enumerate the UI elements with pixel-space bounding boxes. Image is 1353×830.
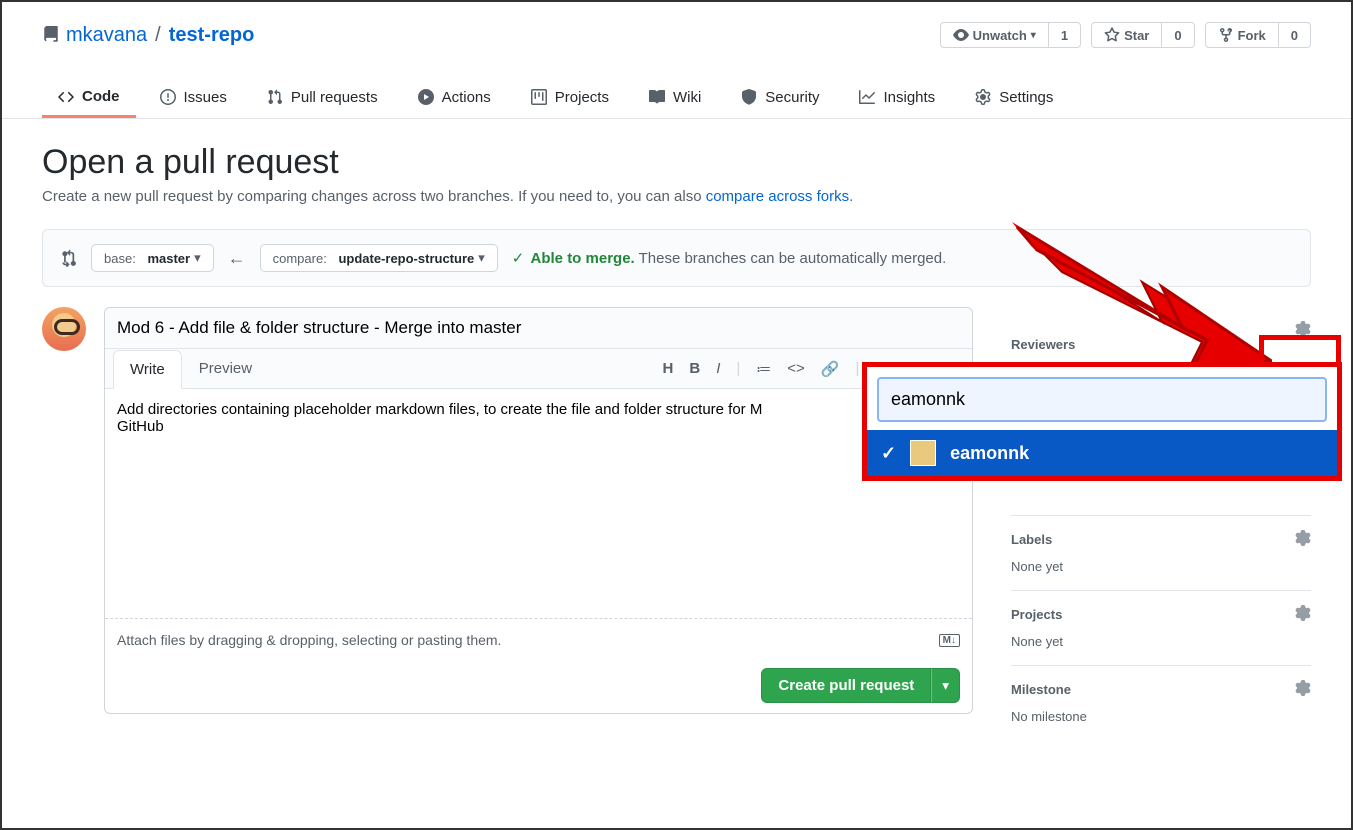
header-actions: Unwatch ▾ 1 Star 0 Fork 0 — [940, 22, 1311, 48]
check-icon: ✓ — [881, 443, 896, 464]
gear-icon — [1295, 605, 1311, 621]
repo-nav: Code Issues Pull requests Actions Projec… — [2, 78, 1351, 119]
star-button[interactable]: Star — [1091, 22, 1162, 48]
compare-branch-selector[interactable]: compare: update-repo-structure ▾ — [260, 244, 498, 272]
insights-icon — [859, 89, 875, 105]
issues-icon — [160, 89, 176, 105]
labels-gear[interactable] — [1295, 530, 1311, 549]
fork-icon — [1218, 27, 1234, 43]
markdown-badge[interactable]: M↓ — [939, 634, 960, 647]
tab-security[interactable]: Security — [725, 78, 835, 118]
write-tab[interactable]: Write — [113, 350, 182, 389]
repo-name-link[interactable]: test-repo — [169, 24, 255, 47]
create-pr-button[interactable]: Create pull request — [761, 668, 931, 703]
caret-down-icon: ▾ — [1031, 30, 1036, 41]
tab-insights[interactable]: Insights — [843, 78, 951, 118]
actions-icon — [418, 89, 434, 105]
labels-heading: Labels — [1011, 532, 1311, 547]
merge-status: ✓ Able to merge. These branches can be a… — [512, 249, 947, 267]
quote-icon[interactable]: ≔ — [756, 360, 771, 378]
projects-icon — [531, 89, 547, 105]
check-icon: ✓ — [512, 250, 525, 267]
star-icon — [1104, 27, 1120, 43]
branch-compare-box: base: master ▾ ← compare: update-repo-st… — [42, 229, 1311, 287]
labels-none: None yet — [1011, 559, 1311, 574]
preview-tab[interactable]: Preview — [182, 349, 269, 388]
projects-none: None yet — [1011, 634, 1311, 649]
wiki-icon — [649, 89, 665, 105]
page-title: Open a pull request — [42, 143, 1311, 182]
code-icon[interactable]: <> — [787, 360, 805, 378]
repo-owner-link[interactable]: mkavana — [66, 24, 147, 47]
tab-projects[interactable]: Projects — [515, 78, 625, 118]
reviewer-username: eamonnk — [950, 443, 1029, 464]
page-subhead: Create a new pull request by comparing c… — [42, 188, 1311, 205]
code-icon — [58, 89, 74, 105]
milestone-none: No milestone — [1011, 709, 1311, 724]
reviewer-search-popup: ✓ eamonnk — [862, 362, 1342, 481]
tab-issues[interactable]: Issues — [144, 78, 243, 118]
heading-icon[interactable]: H — [663, 360, 674, 378]
pr-form: Write Preview H B I | ≔ <> 🔗 | ≡• ≡1 ☑ A… — [104, 307, 973, 714]
bold-icon[interactable]: B — [689, 360, 700, 378]
tab-wiki[interactable]: Wiki — [633, 78, 717, 118]
tab-actions[interactable]: Actions — [402, 78, 507, 118]
pr-title-input[interactable] — [105, 308, 972, 349]
reviewer-result-item[interactable]: ✓ eamonnk — [867, 430, 1337, 476]
eye-icon — [953, 27, 969, 43]
tab-code[interactable]: Code — [42, 78, 136, 118]
avatar — [42, 307, 86, 351]
repo-title: mkavana / test-repo — [42, 24, 254, 47]
base-branch-selector[interactable]: base: master ▾ — [91, 244, 214, 272]
gear-icon — [975, 89, 991, 105]
unwatch-button[interactable]: Unwatch ▾ — [940, 22, 1049, 48]
caret-down-icon: ▾ — [478, 250, 485, 266]
projects-heading: Projects — [1011, 607, 1311, 622]
reviewer-avatar — [910, 440, 936, 466]
gear-icon — [1295, 530, 1311, 546]
star-count[interactable]: 0 — [1162, 22, 1194, 48]
git-compare-icon — [59, 249, 77, 267]
arrow-left-icon: ← — [228, 248, 246, 269]
repo-icon — [42, 26, 60, 44]
create-pr-dropdown[interactable]: ▾ — [931, 668, 960, 703]
fork-button[interactable]: Fork — [1205, 22, 1279, 48]
attach-hint[interactable]: Attach files by dragging & dropping, sel… — [105, 622, 972, 658]
milestone-gear[interactable] — [1295, 680, 1311, 699]
caret-down-icon: ▾ — [194, 250, 201, 266]
reviewer-search-input[interactable] — [877, 377, 1327, 422]
security-icon — [741, 89, 757, 105]
watch-count[interactable]: 1 — [1049, 22, 1081, 48]
milestone-heading: Milestone — [1011, 682, 1311, 697]
pull-request-icon — [267, 89, 283, 105]
tab-pull-requests[interactable]: Pull requests — [251, 78, 394, 118]
compare-forks-link[interactable]: compare across forks — [706, 188, 849, 205]
projects-gear[interactable] — [1295, 605, 1311, 624]
fork-count[interactable]: 0 — [1279, 22, 1311, 48]
gear-icon — [1295, 680, 1311, 696]
link-icon[interactable]: 🔗 — [821, 360, 840, 378]
italic-icon[interactable]: I — [716, 360, 720, 378]
pr-description-input[interactable]: Add directories containing placeholder m… — [105, 389, 972, 619]
tab-settings[interactable]: Settings — [959, 78, 1069, 118]
